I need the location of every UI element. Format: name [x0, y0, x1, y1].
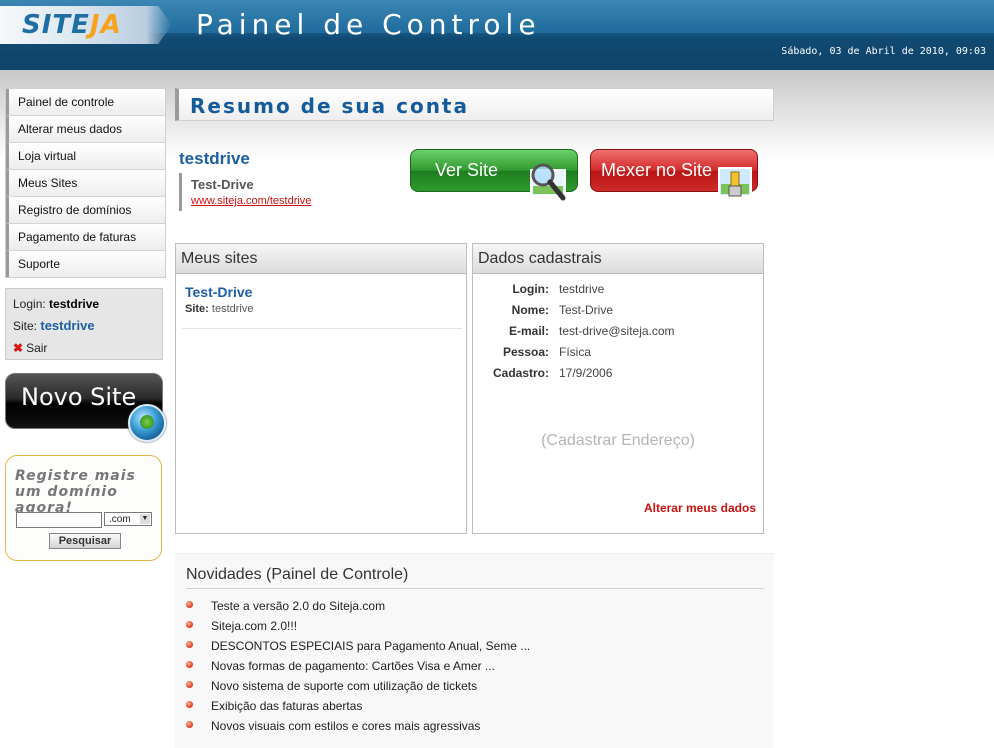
sidebar-item-meus-sites[interactable]: Meus Sites [6, 170, 165, 197]
list-item[interactable]: Exibição das faturas abertas [175, 696, 530, 716]
account-info: Test-Drive www.siteja.com/testdrive [179, 173, 311, 211]
bullet-icon [186, 601, 193, 608]
new-site-button[interactable]: Novo Site [5, 373, 166, 442]
list-item[interactable]: Novos visuais com estilos e cores mais a… [175, 716, 530, 736]
paint-icon [718, 167, 752, 197]
login-username: testdrive [49, 297, 100, 311]
page-title-bar: Resumo de sua conta [175, 88, 774, 121]
header: SITEJA Painel de Controle Sábado, 03 de … [0, 0, 994, 70]
logo[interactable]: SITEJA [0, 6, 172, 44]
domain-register-title: Registre mais um domínio agora! [15, 468, 136, 516]
close-icon: ✖ [13, 341, 24, 355]
header-date: Sábado, 03 de Abril de 2010, 09:03 [781, 46, 986, 57]
magnifier-icon [530, 163, 566, 201]
site-line: Site: testdrive [13, 318, 95, 333]
login-line: Login: testdrive [13, 297, 100, 311]
account-data-title: Dados cadastrais [473, 244, 763, 274]
site-entry-name[interactable]: Test-Drive [185, 284, 457, 300]
account-data-panel: Dados cadastrais Login: testdrive Nome: Te… [472, 243, 764, 534]
data-row-nome: Nome: Test-Drive [511, 303, 614, 317]
sidebar-item-pagamento-faturas[interactable]: Pagamento de faturas [6, 224, 165, 251]
news-list: Teste a versão 2.0 do Siteja.com Siteja.… [175, 596, 530, 736]
tld-select[interactable]: .com ▼ [104, 512, 152, 526]
site-entry-detail: Site: testdrive [185, 303, 254, 315]
login-info-box: Login: testdrive Site: testdrive ✖ Sair [5, 288, 163, 360]
bullet-icon [186, 641, 193, 648]
list-item[interactable]: Novo sistema de suporte com utilização d… [175, 676, 530, 696]
account-title: Test-Drive [191, 177, 254, 192]
sidebar-item-loja-virtual[interactable]: Loja virtual [6, 143, 165, 170]
edit-site-button[interactable]: Mexer no Site [590, 149, 758, 197]
edit-data-link[interactable]: Alterar meus dados [644, 501, 756, 515]
my-sites-title: Meus sites [176, 244, 466, 274]
edit-site-label: Mexer no Site [601, 160, 713, 180]
logo-text: SITEJA [22, 10, 122, 40]
page-header-title: Painel de Controle [196, 8, 541, 41]
page-title: Resumo de sua conta [190, 94, 469, 118]
domain-register-box: Registre mais um domínio agora! .com ▼ Pe… [5, 455, 162, 561]
bullet-icon [186, 681, 193, 688]
bullet-icon [186, 701, 193, 708]
list-item[interactable]: DESCONTOS ESPECIAIS para Pagamento Anual… [175, 636, 530, 656]
view-site-label: Ver Site [435, 160, 499, 180]
list-item[interactable]: Teste a versão 2.0 do Siteja.com [175, 596, 530, 616]
data-row-pessoa: Pessoa: Física [502, 345, 592, 359]
data-row-cadastro: Cadastro: 17/9/2006 [492, 366, 613, 380]
sidebar-menu: Painel de controle Alterar meus dados Lo… [5, 88, 166, 278]
list-item[interactable]: Novas formas de pagamento: Cartões Visa … [175, 656, 530, 676]
sidebar-item-painel[interactable]: Painel de controle [6, 89, 165, 116]
data-row-login: Login: testdrive [512, 282, 605, 296]
news-section: Novidades (Painel de Controle) Teste a v… [175, 553, 774, 748]
divider [182, 328, 462, 329]
news-title: Novidades (Painel de Controle) [186, 566, 764, 589]
search-button[interactable]: Pesquisar [49, 533, 121, 549]
view-site-button[interactable]: Ver Site [410, 149, 578, 201]
sidebar-item-alterar-dados[interactable]: Alterar meus dados [6, 116, 165, 143]
new-site-label: Novo Site [21, 383, 137, 411]
chevron-down-icon: ▼ [140, 514, 150, 524]
account-url-link[interactable]: www.siteja.com/testdrive [191, 195, 311, 207]
logout-link[interactable]: ✖ Sair [13, 339, 162, 361]
data-row-email: E-mail: test-drive@siteja.com [508, 324, 675, 338]
bullet-icon [186, 721, 193, 728]
globe-icon [128, 404, 166, 442]
sidebar-item-suporte[interactable]: Suporte [6, 251, 165, 277]
my-sites-panel: Meus sites Test-Drive Site: testdrive [175, 243, 467, 534]
domain-input[interactable] [16, 512, 102, 528]
bullet-icon [186, 661, 193, 668]
bullet-icon [186, 621, 193, 628]
list-item[interactable]: Siteja.com 2.0!!! [175, 616, 530, 636]
site-entry: Test-Drive Site: testdrive [176, 274, 466, 315]
sidebar-item-registro-dominios[interactable]: Registro de domínios [6, 197, 165, 224]
account-name: testdrive [179, 149, 250, 168]
site-name[interactable]: testdrive [40, 318, 94, 333]
register-address-link[interactable]: (Cadastrar Endereço) [473, 432, 763, 450]
